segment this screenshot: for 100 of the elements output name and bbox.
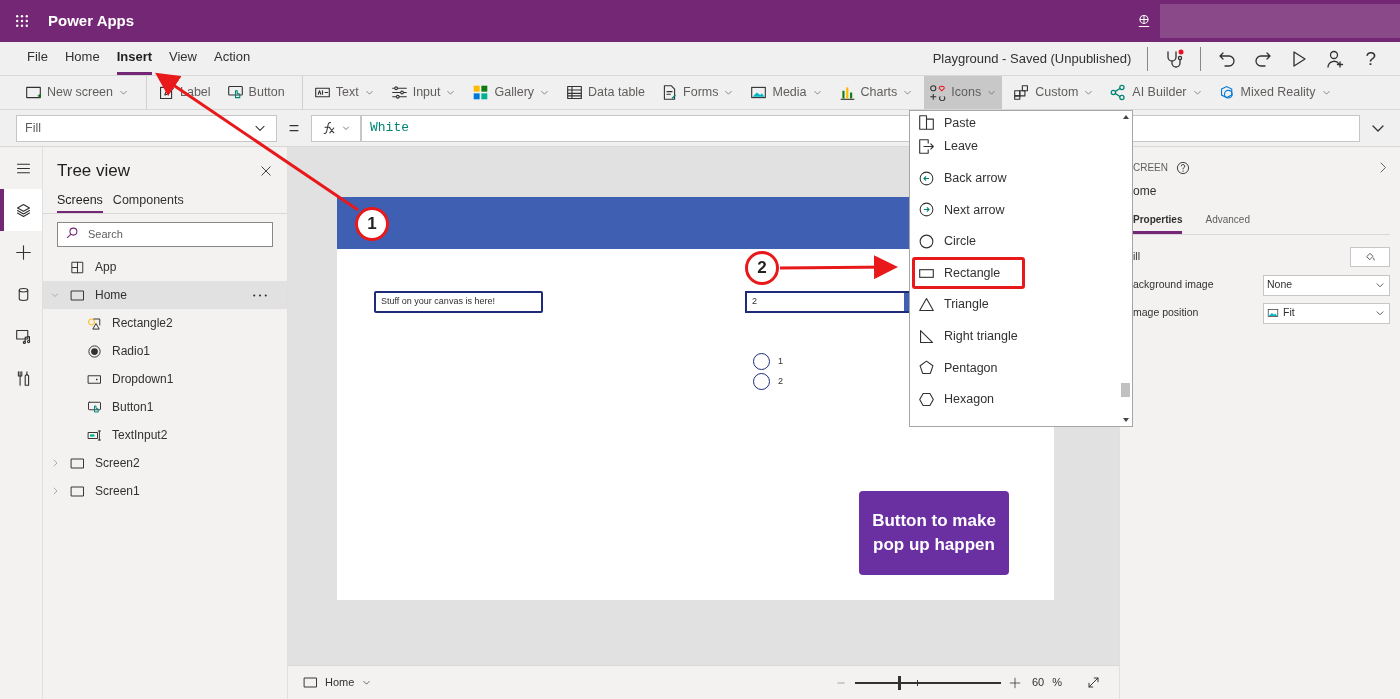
person-add-icon <box>1325 48 1346 69</box>
tree-item[interactable]: Button1 <box>43 393 287 422</box>
tree-item-label: TextInput2 <box>112 427 168 445</box>
tree-item-label: Screen2 <box>95 455 140 473</box>
shapes-icon <box>86 315 102 331</box>
tree-item[interactable]: Home <box>43 281 287 310</box>
slider-thumb[interactable] <box>897 675 901 690</box>
screen-icon <box>69 455 85 471</box>
menu-tab[interactable]: Action <box>214 42 251 75</box>
function-icon <box>321 120 337 136</box>
panel-tab[interactable]: Screens <box>57 190 103 214</box>
components-icon <box>1013 84 1031 101</box>
ribbon-button[interactable]: Forms <box>656 76 740 109</box>
hand-pointer-icon <box>226 84 244 101</box>
menu-item[interactable]: Circle <box>912 225 1025 258</box>
menu-item[interactable]: Hexagon <box>912 383 1025 416</box>
environment-button[interactable] <box>1136 13 1152 29</box>
menu-item[interactable]: Rectangle <box>912 257 1025 289</box>
control-type-label: CREEN <box>1133 161 1168 175</box>
environment-icon <box>1136 13 1152 29</box>
zoom-in-button[interactable] <box>1008 676 1021 689</box>
menu-item[interactable]: Back arrow <box>912 162 1025 195</box>
exit-icon <box>918 138 935 156</box>
equals-sign: = <box>287 116 301 140</box>
ribbon-button[interactable]: Icons <box>924 76 1003 109</box>
ribbon-button[interactable]: New screen <box>20 76 134 109</box>
tree-item-label: Button1 <box>112 399 154 417</box>
table-icon <box>566 84 584 101</box>
tree-item-label: Home <box>95 287 127 305</box>
bar-chart-icon <box>838 84 856 101</box>
form-document-icon <box>661 84 679 101</box>
rail-button[interactable] <box>0 189 42 231</box>
menu-item[interactable]: Next arrow <box>912 194 1025 226</box>
more-options-button[interactable] <box>253 293 267 297</box>
fit-to-window-button[interactable] <box>1086 675 1101 690</box>
control-name: ome <box>1133 183 1158 200</box>
menu-tab[interactable]: View <box>169 42 197 75</box>
menu-item[interactable]: Paste <box>912 111 1025 131</box>
screen-selector[interactable]: Home <box>303 674 373 691</box>
app-checker-button[interactable] <box>1164 48 1185 69</box>
hand-pointer-icon <box>86 399 102 415</box>
text-input-icon <box>86 427 102 443</box>
tree-item-label: Radio1 <box>112 343 151 361</box>
ribbon-button[interactable]: AI Builder <box>1105 76 1208 109</box>
tree-item[interactable]: Radio1 <box>43 337 287 366</box>
ribbon-button[interactable]: Custom <box>1008 76 1100 109</box>
layers-icon <box>14 201 32 219</box>
gallery-grid-icon <box>472 84 490 101</box>
panel-tab[interactable]: Components <box>112 190 184 214</box>
close-button[interactable] <box>259 163 273 178</box>
property-label: ill <box>1133 249 1140 265</box>
menu-item[interactable]: Pentagon <box>912 352 1025 384</box>
zoom-value: 60 <box>1031 675 1045 691</box>
text-input[interactable]: Stuff on your canvas is here! <box>374 291 543 313</box>
stethoscope-icon <box>1164 48 1185 69</box>
ribbon-button[interactable]: Gallery <box>467 76 556 109</box>
properties-tab[interactable]: Advanced <box>1205 212 1250 234</box>
menu-tab[interactable]: File <box>27 42 48 75</box>
tree-item[interactable]: Dropdown1 <box>43 365 287 394</box>
tree-item[interactable]: TextInput2 <box>43 421 287 450</box>
tree-item[interactable]: Screen1 <box>43 477 287 506</box>
tree-item[interactable]: Rectangle2 <box>43 309 287 338</box>
zoom-slider[interactable] <box>854 675 1001 690</box>
ribbon-button[interactable]: Data table <box>561 76 651 109</box>
property-dropdown[interactable]: Fill <box>16 114 277 142</box>
screen-icon <box>25 84 42 101</box>
ribbon-button[interactable]: Media <box>745 76 828 109</box>
share-button[interactable] <box>1325 48 1346 69</box>
menu-item[interactable]: Right triangle <box>912 320 1025 353</box>
chevron-down-icon <box>341 123 351 133</box>
tree-item[interactable]: App <box>43 253 287 282</box>
property-dropdown[interactable]: None <box>1263 274 1390 296</box>
menu-tab[interactable]: Home <box>64 42 100 75</box>
ribbon-button[interactable]: Input <box>385 76 462 109</box>
tree-item-label: Screen1 <box>95 483 140 501</box>
help-button[interactable]: ? <box>1365 49 1376 68</box>
tree-item[interactable]: Screen2 <box>43 449 287 478</box>
search-icon <box>65 226 79 241</box>
function-button[interactable] <box>311 114 361 142</box>
radio-icon <box>86 343 102 359</box>
app-title: Power Apps <box>48 10 135 31</box>
ribbon-button[interactable]: Charts <box>833 76 919 109</box>
canvas-button[interactable]: Button to make pop up happen <box>859 491 1009 575</box>
clipboard-icon <box>918 114 935 131</box>
pentagon-icon <box>918 359 935 377</box>
screen-icon <box>69 483 85 499</box>
circle-icon <box>918 233 935 251</box>
expand-icon <box>1086 675 1101 690</box>
app-launcher-icon <box>14 13 30 29</box>
ribbon-button[interactable]: Mixed Reality <box>1213 76 1337 109</box>
media-icon <box>14 327 32 345</box>
save-status: Playground - Saved (Unpublished) <box>932 49 1132 68</box>
search-field[interactable]: Search <box>57 221 273 247</box>
shapes-icon <box>929 84 947 101</box>
ribbon-button[interactable]: Text <box>308 76 380 109</box>
color-picker-button[interactable] <box>1350 247 1390 267</box>
help-icon <box>1176 160 1190 175</box>
tree-item-label: Dropdown1 <box>112 371 174 389</box>
property-dropdown[interactable]: Fit <box>1263 302 1390 324</box>
ribbon-button[interactable]: Button <box>221 76 290 109</box>
